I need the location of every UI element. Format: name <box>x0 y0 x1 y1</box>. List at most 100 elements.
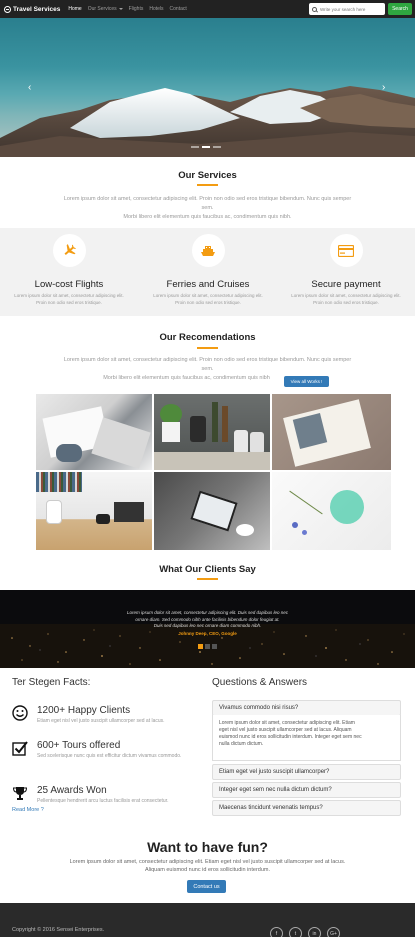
title-underline <box>197 347 218 349</box>
nav-label: Our Services <box>87 6 117 12</box>
text-line: Aliquam euismod nunc id eros sollicitudi… <box>144 866 271 873</box>
text-line: Proin non odio sed eros tristique. <box>313 300 379 305</box>
google-plus-icon[interactable]: G+ <box>327 927 340 937</box>
title-underline <box>197 578 218 580</box>
contact-us-button[interactable]: Contact us <box>187 880 226 893</box>
nav-item-our-services[interactable]: Our Services <box>88 6 123 12</box>
text-line: Proin non odio sed eros tristique. <box>175 300 241 305</box>
carousel-indicators <box>191 146 221 148</box>
feature-ferries-and-cruises: Ferries and Cruises Lorem ipsum dolor si… <box>139 228 277 306</box>
indicator[interactable] <box>205 644 210 649</box>
accordion-item[interactable]: Etiam eget vel justo suscipit ullamcorpe… <box>212 764 401 780</box>
ship-icon <box>191 234 225 267</box>
recommendations-gallery <box>35 393 392 551</box>
fact-text: Pellentesque hendrerit arcu luctus facil… <box>37 798 169 804</box>
text-line: sem. <box>201 366 214 372</box>
nav-item-hotels[interactable]: Hotels <box>149 6 163 12</box>
fact-text: Sed scelerisque nunc quis est efficitur … <box>37 753 182 759</box>
accordion-answer: Lorem ipsum dolor sit amet, consectetur … <box>212 715 401 761</box>
read-more-link[interactable]: Read More ? <box>12 807 44 813</box>
search-box <box>309 3 385 15</box>
text-line: Lorem ipsum dolor sit amet, consectetur … <box>63 196 352 202</box>
hero-carousel: ‹ › <box>0 18 415 157</box>
feature-secure-payment: Secure payment Lorem ipsum dolor sit ame… <box>277 228 415 306</box>
view-all-works-button[interactable]: View all Works ! <box>284 376 329 387</box>
copyright: Copyright © 2016 Sensei Enterprises. <box>12 927 105 933</box>
services-text: Lorem ipsum dolor sit amet, consectetur … <box>0 195 415 222</box>
search-input[interactable] <box>320 6 384 12</box>
text-line: Lorem ipsum dolor sit amet, consectetur … <box>69 859 346 865</box>
answer-line: Lorem ipsum dolor sit amet, consectetur … <box>219 720 355 726</box>
text-line: Lorem ipsum dolor sit amet, consectetur … <box>63 357 352 363</box>
feature-text: Lorem ipsum dolor sit amet, consectetur … <box>139 292 277 306</box>
answer-line: euismod nunc id eros sollicitudin interd… <box>219 734 362 740</box>
text-line: Proin non odio sed eros tristique. <box>36 300 102 305</box>
nav-label: Home <box>68 6 82 12</box>
nav-label: Flights <box>128 6 144 12</box>
text-line: Morbi libero elit elementum quis faucibu… <box>103 375 270 381</box>
accordion-item[interactable]: Maecenas tincidunt venenatis tempus? <box>212 800 401 816</box>
gallery-photo-desk-papers[interactable] <box>35 393 153 471</box>
gallery-photo-kitchen-bottles[interactable] <box>153 393 271 471</box>
brand[interactable]: Travel Services <box>4 5 61 13</box>
accordion-question: Integer eget sem nec nulla dictum dictum… <box>219 787 332 793</box>
smiley-icon <box>12 705 28 721</box>
feature-title: Low-cost Flights <box>34 279 104 290</box>
accordion-question: Maecenas tincidunt venenatis tempus? <box>219 805 323 811</box>
accordion-item-open[interactable]: Vivamus commodo nisi risus? <box>212 700 401 716</box>
indicator-active[interactable] <box>198 644 203 649</box>
chevron-right-icon[interactable]: › <box>382 82 385 93</box>
testimonial-carousel: Lorem ipsum dolor sit amet, consectetur … <box>0 590 415 668</box>
gallery-photo-cup-flowers[interactable] <box>271 471 392 551</box>
checkbox-icon <box>12 741 28 756</box>
text-line: sem. <box>201 205 214 211</box>
feature-title: Ferries and Cruises <box>166 279 250 290</box>
search-icon <box>312 6 317 12</box>
title-underline <box>197 184 218 186</box>
cta-title: Want to have fun? <box>147 839 268 855</box>
features-strip: Low-cost Flights Lorem ipsum dolor sit a… <box>0 228 415 316</box>
fact-title: 25 Awards Won <box>37 785 107 796</box>
gallery-photo-magazine[interactable] <box>271 393 392 471</box>
facebook-icon[interactable]: f <box>270 927 283 937</box>
text-line: Lorem ipsum dolor sit amet, consectetur … <box>153 293 263 298</box>
accordion-question: Etiam eget vel justo suscipit ullamcorpe… <box>219 769 330 775</box>
indicator[interactable] <box>191 146 199 148</box>
text-line: Lorem ipsum dolor sit amet, consectetur … <box>291 293 401 298</box>
cta-text: Lorem ipsum dolor sit amet, consectetur … <box>0 859 415 874</box>
gallery-photo-tablet[interactable] <box>153 471 271 551</box>
indicator[interactable] <box>213 146 221 148</box>
fact-title: 600+ Tours offered <box>37 740 121 751</box>
quote-line: Lorem ipsum dolor sit amet, consectetur … <box>126 610 289 615</box>
answer-line: nulla dictum dictum. <box>219 741 264 747</box>
search-button[interactable]: Search <box>388 3 412 15</box>
text-line: Lorem ipsum dolor sit amet, consectetur … <box>14 293 124 298</box>
nav-label: Contact <box>169 6 187 12</box>
linkedin-icon[interactable]: in <box>308 927 321 937</box>
feature-low-cost-flights: Low-cost Flights Lorem ipsum dolor sit a… <box>0 228 138 306</box>
testimonial-author: Johnny Deep, CEO, Google <box>178 631 237 636</box>
globe-icon <box>4 5 11 13</box>
brand-label: Travel Services <box>13 5 61 13</box>
indicator-active[interactable] <box>202 146 210 148</box>
nav-item-flights[interactable]: Flights <box>129 6 144 12</box>
mountain-landscape <box>0 86 415 157</box>
chevron-left-icon[interactable]: ‹ <box>28 82 31 93</box>
quote-line: Duis sed dapibus leo nec ornare diam com… <box>153 623 262 628</box>
nav-item-home[interactable]: Home <box>68 6 81 12</box>
qa-title: Questions & Answers <box>212 677 308 688</box>
footer: Copyright © 2016 Sensei Enterprises. f t… <box>0 903 415 937</box>
twitter-icon[interactable]: t <box>289 927 302 937</box>
feature-title: Secure payment <box>311 279 381 290</box>
accordion-item[interactable]: Integer eget sem nec nulla dictum dictum… <box>212 782 401 798</box>
text-line: Morbi libero elit elementum quis faucibu… <box>123 214 292 220</box>
testimonial-quote: Lorem ipsum dolor sit amet, consectetur … <box>105 610 310 630</box>
fact-text: Etiam eget nisl vel justo suscipit ullam… <box>37 718 165 724</box>
gallery-photo-workspace[interactable] <box>35 471 153 551</box>
testimonial-indicators <box>198 644 217 649</box>
credit-card-icon <box>329 234 363 267</box>
indicator[interactable] <box>212 644 217 649</box>
services-title: Our Services <box>178 170 237 181</box>
nav-item-contact[interactable]: Contact <box>170 6 187 12</box>
fact-title: 1200+ Happy Clients <box>37 705 131 716</box>
